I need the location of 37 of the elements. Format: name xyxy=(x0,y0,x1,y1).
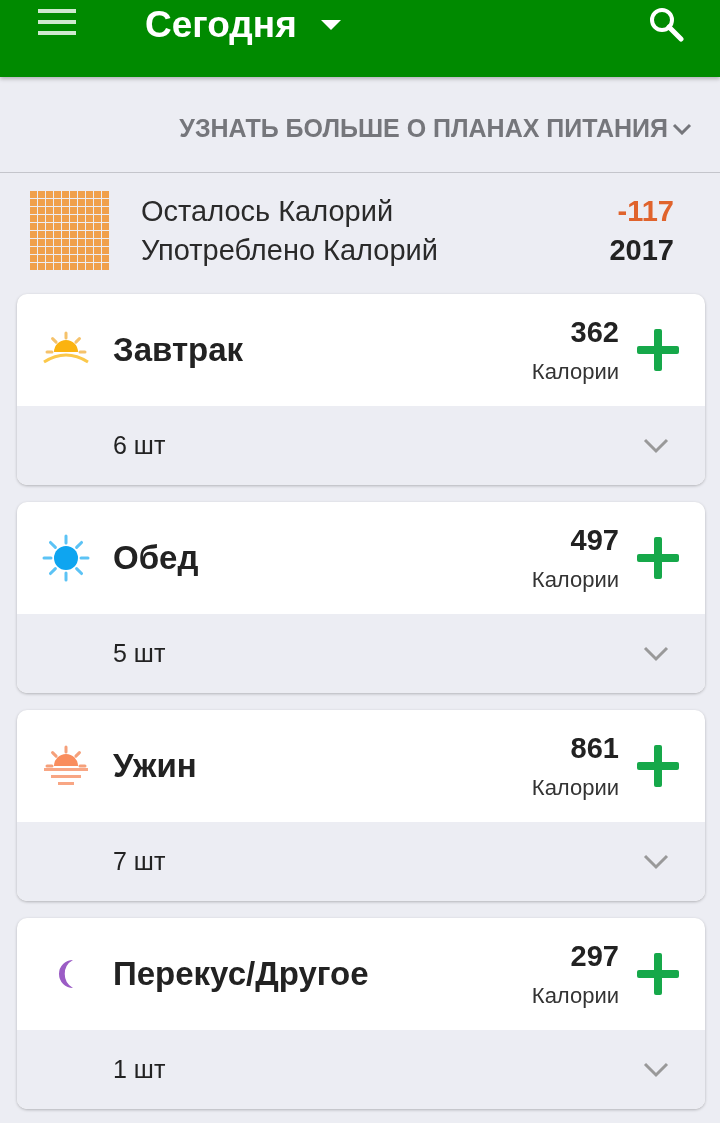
item-count: 6 шт xyxy=(113,431,166,460)
sun-icon xyxy=(41,533,91,583)
add-button[interactable] xyxy=(637,745,679,787)
meal-name: Ужин xyxy=(113,747,198,785)
meal-name: Обед xyxy=(113,539,200,577)
calorie-count: 861 xyxy=(570,731,619,765)
sunset-icon xyxy=(41,744,91,788)
add-button[interactable] xyxy=(637,329,679,371)
item-count: 7 шт xyxy=(113,847,166,876)
date-selector[interactable]: Сегодня xyxy=(145,4,341,46)
add-button[interactable] xyxy=(637,537,679,579)
expand-button[interactable] xyxy=(643,1061,669,1078)
caret-icon xyxy=(320,20,341,30)
add-button[interactable] xyxy=(637,953,679,995)
calorie-grid-icon xyxy=(30,191,109,270)
calorie-unit: Калории xyxy=(531,566,619,593)
item-count: 5 шт xyxy=(113,639,166,668)
expand-button[interactable] xyxy=(643,853,669,870)
calorie-count: 297 xyxy=(570,939,619,973)
calorie-unit: Калории xyxy=(531,982,619,1009)
search-button[interactable] xyxy=(648,6,684,42)
item-count: 1 шт xyxy=(113,1055,166,1084)
calorie-count: 362 xyxy=(570,315,619,349)
calorie-unit: Калории xyxy=(531,774,619,801)
menu-button[interactable] xyxy=(38,9,76,35)
summary-label: Осталось Калорий xyxy=(141,194,394,228)
meal-name: Перекус/Другое xyxy=(113,955,370,993)
calorie-count: 497 xyxy=(570,523,619,557)
chevron-down-icon xyxy=(672,122,692,135)
meal-name: Завтрак xyxy=(113,331,245,369)
summary-value: -117 xyxy=(617,194,674,228)
meal-plans-link[interactable]: УЗНАТЬ БОЛЬШЕ О ПЛАНАХ ПИТАНИЯ xyxy=(179,114,692,143)
expand-button[interactable] xyxy=(643,437,669,454)
expand-button[interactable] xyxy=(643,645,669,662)
calorie-unit: Калории xyxy=(531,358,619,385)
summary-label: Употреблено Калорий xyxy=(141,233,438,267)
summary-value: 2017 xyxy=(609,233,674,267)
